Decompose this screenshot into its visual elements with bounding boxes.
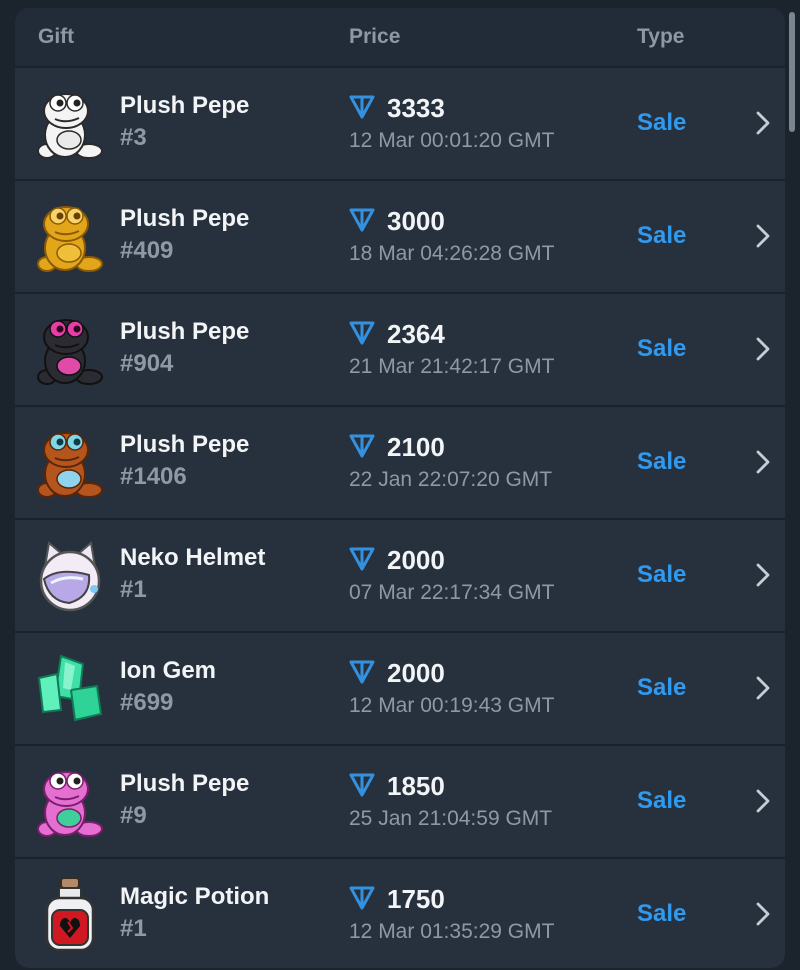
table-header: Gift Price Type bbox=[15, 8, 785, 66]
table-row[interactable]: Magic Potion #1 1750 12 Mar 01:35:29 GMT… bbox=[15, 857, 785, 968]
table-row[interactable]: Plush Pepe #3 3333 12 Mar 00:01:20 GMT S… bbox=[15, 66, 785, 179]
gift-name: Plush Pepe bbox=[120, 205, 250, 232]
ton-icon bbox=[349, 547, 375, 571]
sale-type: Sale bbox=[637, 561, 687, 588]
sale-type: Sale bbox=[637, 787, 687, 814]
scrollbar[interactable] bbox=[789, 12, 795, 132]
chevron-right-icon[interactable] bbox=[755, 223, 771, 249]
ton-icon bbox=[349, 434, 375, 458]
ton-icon bbox=[349, 660, 375, 684]
magic-potion-icon bbox=[31, 876, 109, 954]
gift-number: #1 bbox=[120, 915, 147, 942]
ton-icon bbox=[349, 773, 375, 797]
chevron-right-icon[interactable] bbox=[755, 788, 771, 814]
ton-icon bbox=[349, 95, 375, 119]
ion-gem-icon bbox=[31, 650, 109, 728]
gift-number: #1406 bbox=[120, 463, 187, 490]
sale-timestamp: 21 Mar 21:42:17 GMT bbox=[349, 355, 555, 378]
sale-timestamp: 12 Mar 00:01:20 GMT bbox=[349, 129, 555, 152]
gift-price: 2100 bbox=[387, 432, 445, 462]
chevron-right-icon[interactable] bbox=[755, 110, 771, 136]
gift-number: #3 bbox=[120, 124, 147, 151]
sale-timestamp: 12 Mar 01:35:29 GMT bbox=[349, 920, 555, 943]
gift-name: Magic Potion bbox=[120, 883, 270, 910]
column-header-gift: Gift bbox=[38, 25, 75, 48]
table-row[interactable]: Neko Helmet #1 2000 07 Mar 22:17:34 GMT … bbox=[15, 518, 785, 631]
ton-icon bbox=[349, 886, 375, 910]
gift-name: Neko Helmet bbox=[120, 544, 266, 571]
plush-pepe-pink-icon bbox=[31, 763, 109, 841]
gift-number: #1 bbox=[120, 576, 147, 603]
gift-name: Plush Pepe bbox=[120, 318, 250, 345]
gift-price: 2364 bbox=[387, 319, 445, 349]
sale-type: Sale bbox=[637, 335, 687, 362]
sale-type: Sale bbox=[637, 222, 687, 249]
gift-number: #409 bbox=[120, 237, 174, 264]
gift-price: 3333 bbox=[387, 93, 445, 123]
gift-name: Plush Pepe bbox=[120, 92, 250, 119]
column-header-price: Price bbox=[349, 25, 401, 48]
chevron-right-icon[interactable] bbox=[755, 675, 771, 701]
gift-name: Plush Pepe bbox=[120, 770, 250, 797]
chevron-right-icon[interactable] bbox=[755, 449, 771, 475]
table-row[interactable]: Plush Pepe #409 3000 18 Mar 04:26:28 GMT… bbox=[15, 179, 785, 292]
plush-pepe-black-pink-icon bbox=[31, 311, 109, 389]
gift-price: 2000 bbox=[387, 545, 445, 575]
neko-helmet-icon bbox=[31, 537, 109, 615]
plush-pepe-white-icon bbox=[31, 85, 109, 163]
sale-timestamp: 22 Jan 22:07:20 GMT bbox=[349, 468, 553, 491]
table-row[interactable]: Plush Pepe #9 1850 25 Jan 21:04:59 GMT S… bbox=[15, 744, 785, 857]
gift-name: Plush Pepe bbox=[120, 431, 250, 458]
sale-timestamp: 12 Mar 00:19:43 GMT bbox=[349, 694, 555, 717]
gift-number: #904 bbox=[120, 350, 174, 377]
ton-icon bbox=[349, 321, 375, 345]
sale-type: Sale bbox=[637, 900, 687, 927]
plush-pepe-bronze-icon bbox=[31, 424, 109, 502]
chevron-right-icon[interactable] bbox=[755, 562, 771, 588]
gift-price: 3000 bbox=[387, 206, 445, 236]
gift-price: 1750 bbox=[387, 884, 445, 914]
gift-price: 2000 bbox=[387, 658, 445, 688]
gift-number: #699 bbox=[120, 689, 174, 716]
plush-pepe-gold-icon bbox=[31, 198, 109, 276]
gift-number: #9 bbox=[120, 802, 147, 829]
ton-icon bbox=[349, 208, 375, 232]
table-row[interactable]: Plush Pepe #904 2364 21 Mar 21:42:17 GMT… bbox=[15, 292, 785, 405]
gift-price: 1850 bbox=[387, 771, 445, 801]
sale-timestamp: 18 Mar 04:26:28 GMT bbox=[349, 242, 555, 265]
gift-name: Ion Gem bbox=[120, 657, 217, 684]
sale-type: Sale bbox=[637, 448, 687, 475]
sale-type: Sale bbox=[637, 109, 687, 136]
chevron-right-icon[interactable] bbox=[755, 336, 771, 362]
column-header-type: Type bbox=[637, 25, 685, 48]
table-row[interactable]: Ion Gem #699 2000 12 Mar 00:19:43 GMT Sa… bbox=[15, 631, 785, 744]
chevron-right-icon[interactable] bbox=[755, 901, 771, 927]
sale-timestamp: 25 Jan 21:04:59 GMT bbox=[349, 807, 553, 830]
gift-sales-table: Gift Price Type Plush Pepe #3 3333 12 Ma… bbox=[15, 8, 785, 968]
sale-timestamp: 07 Mar 22:17:34 GMT bbox=[349, 581, 555, 604]
table-row[interactable]: Plush Pepe #1406 2100 22 Jan 22:07:20 GM… bbox=[15, 405, 785, 518]
sale-type: Sale bbox=[637, 674, 687, 701]
